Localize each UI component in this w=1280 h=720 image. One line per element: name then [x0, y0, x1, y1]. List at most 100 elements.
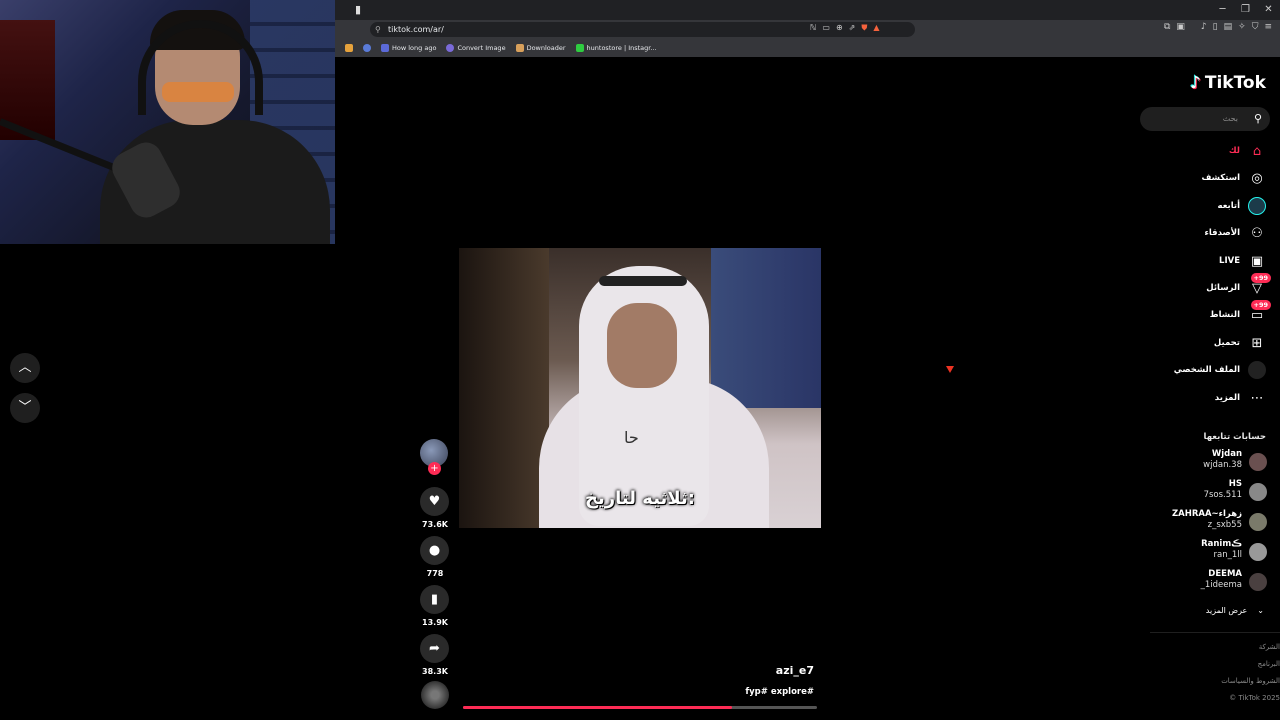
window-controls: ─ ❐ ✕: [1211, 0, 1280, 20]
search-input[interactable]: بحث ⚲: [1140, 107, 1270, 131]
address-text: tiktok.com/ar/: [388, 25, 444, 34]
comment-button[interactable]: ●: [420, 536, 449, 565]
heart-icon: ♥: [428, 494, 441, 509]
sidebar-item-activity[interactable]: ▭ النشاط +99: [1150, 300, 1271, 326]
save-button[interactable]: ▮: [420, 585, 449, 614]
save-count: 13.9K: [422, 618, 448, 627]
comment-icon: ●: [428, 543, 441, 558]
account-avatar: [1249, 513, 1267, 531]
following-avatar: [1248, 197, 1266, 215]
compass-icon: ◎: [1251, 170, 1263, 186]
bookmark-history-icon[interactable]: [363, 43, 371, 52]
restore-icon[interactable]: ❐: [1234, 0, 1257, 20]
share-button[interactable]: ➦: [420, 634, 449, 663]
sidebar-item-profile[interactable]: الملف الشخصي: [1150, 359, 1270, 381]
sidebar-item-friends[interactable]: ⚇ الأصدقاء: [1150, 222, 1270, 244]
sidebar-item-more[interactable]: ⋯ المزيد: [1150, 387, 1270, 409]
video-background: [459, 248, 549, 528]
activity-badge: +99: [1250, 300, 1271, 310]
tiktok-note-icon: ♪: [1190, 73, 1201, 93]
music-icon[interactable]: ♪: [1201, 22, 1207, 32]
video-overlay-note: حا: [624, 428, 639, 447]
footer-link-terms[interactable]: الشروط والسياسات: [1180, 677, 1280, 685]
close-icon[interactable]: ✕: [1257, 0, 1280, 20]
account-avatar: [1249, 573, 1267, 591]
sidebar-icon[interactable]: ▯: [1213, 22, 1218, 32]
next-video-button[interactable]: ﹀: [10, 393, 40, 423]
sidebar-item-upload[interactable]: ⊞ تحميل: [1150, 332, 1270, 354]
search-icon[interactable]: ⚲: [1254, 107, 1262, 131]
footer-link-company[interactable]: الشركة: [1180, 643, 1280, 651]
bookmark-favicon-icon: [446, 43, 455, 52]
account-avatar: [1249, 483, 1267, 501]
share-icon[interactable]: ⇗: [849, 23, 856, 33]
following-account[interactable]: Wjdan wjdan.38: [1150, 449, 1270, 475]
bookmark-favicon-icon: [575, 43, 584, 52]
zoom-icon[interactable]: ⊕: [836, 23, 843, 33]
bookmark-folder-icon[interactable]: [345, 43, 353, 52]
following-accounts-title: حسابات تتابعها: [1203, 432, 1267, 442]
bookmark-favicon-icon: [515, 43, 524, 52]
url-actions: ℕ ▭ ⊕ ⇗ ⛊ ▲: [810, 23, 880, 33]
live-icon: ▣: [1250, 253, 1264, 269]
follow-plus-icon[interactable]: +: [428, 462, 441, 475]
previous-video-button[interactable]: ︿: [10, 353, 40, 383]
sidebar-divider: [1150, 632, 1280, 633]
music-disc-avatar[interactable]: [421, 681, 449, 709]
browser-toolbar: ⚲ tiktok.com/ar/ ℕ ▭ ⊕ ⇗ ⛊ ▲ ⧉ ▣ ♪ ▯ ▤ ✧…: [335, 20, 1280, 38]
video-hashtags[interactable]: fyp# explore#: [700, 687, 814, 697]
footer-copyright: © TikTok 2025: [1229, 694, 1280, 702]
chevron-down-icon: ⌄: [1257, 605, 1264, 615]
chevron-down-icon: ﹀: [18, 400, 32, 415]
bookmark-favicon-icon: [381, 43, 389, 52]
browser-chrome: ▮ ─ ❐ ✕ ⚲ tiktok.com/ar/ ℕ ▭ ⊕ ⇗ ⛊ ▲ ⧉ ▣…: [335, 0, 1280, 57]
video-background-right: [711, 248, 821, 408]
video-progress-bar[interactable]: [463, 706, 817, 709]
menu-icon[interactable]: ≡: [1264, 22, 1272, 32]
comment-count: 778: [426, 569, 444, 578]
search-placeholder: بحث: [1222, 114, 1238, 123]
rewards-icon[interactable]: ▲: [873, 23, 879, 33]
bookmark-convert-image[interactable]: Convert Image: [446, 43, 506, 52]
tiktok-logo-text: TikTok: [1204, 73, 1266, 93]
vpn-icon[interactable]: ⛉: [1252, 22, 1259, 32]
sidebar-item-messages[interactable]: ▽ الرسائل +99: [1150, 273, 1271, 299]
sidebar-item-following[interactable]: أتابعه: [1150, 195, 1270, 217]
translate-icon[interactable]: ℕ: [810, 23, 816, 33]
bookmark-how-long-ago[interactable]: How long ago: [381, 43, 436, 52]
leo-icon[interactable]: ✧: [1238, 22, 1246, 32]
tiktok-logo[interactable]: ♪ TikTok: [1190, 73, 1266, 93]
screenshot-icon[interactable]: ▣: [1176, 22, 1185, 32]
footer-link-program[interactable]: البرنامج: [1180, 660, 1280, 668]
more-icon: ⋯: [1250, 390, 1264, 406]
following-account[interactable]: HS 7sos.511: [1150, 479, 1270, 505]
following-account[interactable]: DEEMA _1ideema: [1150, 569, 1270, 595]
video-progress-fill: [463, 706, 733, 709]
chevron-up-icon: ︿: [18, 360, 32, 375]
bookmark-icon: ▮: [430, 592, 439, 607]
sidebar-item-for-you[interactable]: ⌂ لك: [1150, 140, 1270, 162]
like-button[interactable]: ♥: [420, 487, 449, 516]
account-avatar: [1249, 543, 1267, 561]
cast-icon[interactable]: ▭: [822, 23, 830, 33]
share-arrow-icon: ➦: [429, 641, 440, 656]
upload-icon: ⊞: [1251, 335, 1263, 351]
wallet-icon[interactable]: ▤: [1224, 22, 1233, 32]
following-account[interactable]: ZAHRAA~زهراء z_sxb55: [1150, 509, 1270, 535]
minimize-icon[interactable]: ─: [1211, 0, 1234, 20]
video-player[interactable]: حا ثلاثيه لتاريخ:: [459, 248, 821, 528]
sidebar-item-explore[interactable]: ◎ استكشف: [1150, 167, 1270, 189]
sidebar-item-live[interactable]: ▣ LIVE: [1150, 250, 1270, 272]
following-account[interactable]: Ranimڪ ran_1ll: [1150, 539, 1270, 565]
video-username[interactable]: azi_e7: [760, 664, 814, 677]
browser-titlebar: ▮ ─ ❐ ✕: [335, 0, 1280, 20]
tab-favicon-icon[interactable]: ▮: [355, 3, 369, 17]
see-more-button[interactable]: ⌄ عرض المزيد: [1150, 603, 1266, 617]
site-info-icon[interactable]: ⚲: [375, 22, 381, 37]
bookmark-huntostore[interactable]: huntostore | Instagr...: [575, 43, 657, 52]
brave-shield-icon[interactable]: ⛊: [861, 23, 867, 33]
webcam-overlay: [0, 0, 335, 244]
bookmark-downloader[interactable]: Downloader: [515, 43, 566, 52]
screen: ▮ ─ ❐ ✕ ⚲ tiktok.com/ar/ ℕ ▭ ⊕ ⇗ ⛊ ▲ ⧉ ▣…: [0, 0, 1280, 720]
extension-icon[interactable]: ⧉: [1164, 22, 1170, 32]
